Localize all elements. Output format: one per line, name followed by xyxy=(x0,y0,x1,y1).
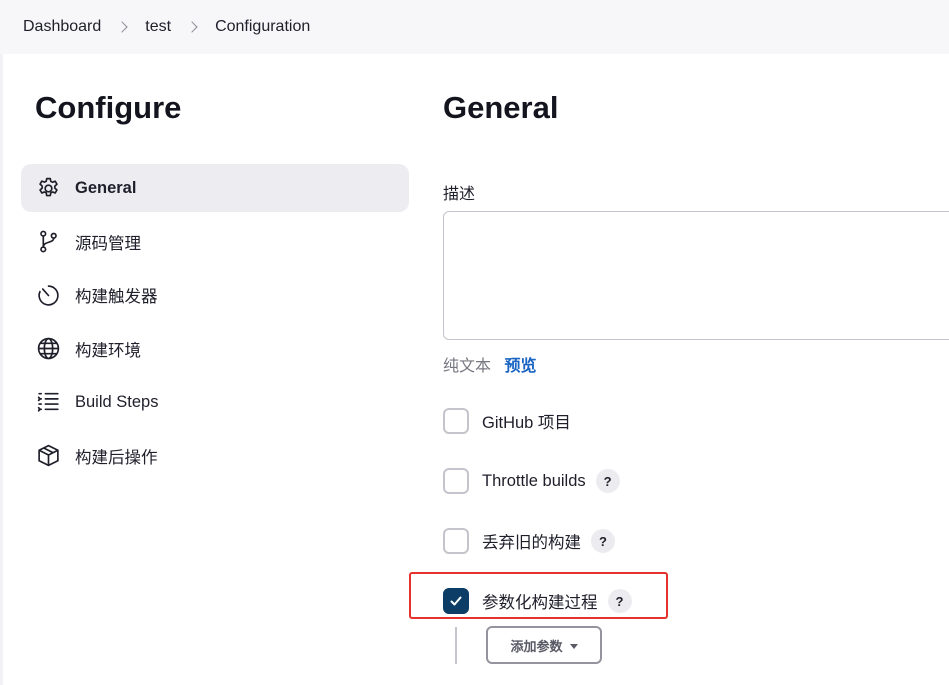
sidebar-item-general[interactable]: General xyxy=(21,164,409,212)
add-parameter-label: 添加参数 xyxy=(510,638,563,654)
page-title: General xyxy=(443,90,559,125)
option-throttle-builds: Throttle builds ? xyxy=(443,468,620,494)
sidebar-item-label: 构建后操作 xyxy=(75,448,158,467)
chevron-right-icon xyxy=(116,21,128,33)
sidebar-item-label: 源码管理 xyxy=(75,234,141,253)
caret-down-icon xyxy=(569,643,578,649)
option-label: Throttle builds xyxy=(482,471,586,490)
breadcrumb: Dashboard test Configuration xyxy=(0,0,949,54)
help-icon[interactable]: ? xyxy=(591,529,615,553)
chevron-right-icon xyxy=(186,21,198,33)
sidebar-item-label: 构建环境 xyxy=(75,341,141,360)
description-format: 纯文本 预览 xyxy=(443,352,536,376)
option-discard-old-builds: 丢弃旧的构建 ? xyxy=(443,528,615,554)
sidebar-item-label: General xyxy=(75,178,137,197)
breadcrumb-test[interactable]: test xyxy=(145,18,171,36)
sidebar-item-build-steps[interactable]: Build Steps xyxy=(21,378,409,426)
throttle-builds-checkbox[interactable] xyxy=(443,468,469,494)
option-github-project: GitHub 项目 xyxy=(443,408,571,434)
sidebar-title: Configure xyxy=(35,90,182,125)
preview-link[interactable]: 预览 xyxy=(504,358,536,375)
help-icon[interactable]: ? xyxy=(595,469,620,493)
option-label: 丢弃旧的构建 xyxy=(482,534,581,552)
globe-icon xyxy=(35,336,61,362)
github-project-checkbox[interactable] xyxy=(443,408,469,434)
highlight-annotation xyxy=(409,572,668,619)
sidebar-item-label: Build Steps xyxy=(75,392,159,411)
gear-icon xyxy=(35,175,61,201)
add-parameter-button[interactable]: 添加参数 xyxy=(486,626,602,664)
sidebar-item-build-environment[interactable]: 构建环境 xyxy=(21,325,409,373)
nested-section-line xyxy=(455,627,457,664)
discard-old-builds-checkbox[interactable] xyxy=(443,528,469,554)
description-label: 描述 xyxy=(443,186,476,203)
left-edge-divider xyxy=(0,54,3,685)
sidebar-item-post-build[interactable]: 构建后操作 xyxy=(21,432,409,480)
breadcrumb-dashboard[interactable]: Dashboard xyxy=(23,18,101,36)
option-label: GitHub 项目 xyxy=(482,414,571,432)
sidebar-item-build-triggers[interactable]: 构建触发器 xyxy=(21,271,409,319)
timer-icon xyxy=(35,282,61,308)
plain-text-label: 纯文本 xyxy=(443,358,492,375)
package-icon xyxy=(35,443,61,469)
git-branch-icon xyxy=(35,229,61,255)
sidebar-item-source-control[interactable]: 源码管理 xyxy=(21,218,409,266)
list-steps-icon xyxy=(35,389,61,415)
sidebar-item-label: 构建触发器 xyxy=(75,288,158,306)
sidebar-nav: General 源码管理 构建触发器 构建环境 Build Steps 构建后操… xyxy=(21,164,409,485)
description-textarea[interactable] xyxy=(443,211,949,340)
breadcrumb-configuration[interactable]: Configuration xyxy=(215,18,310,36)
